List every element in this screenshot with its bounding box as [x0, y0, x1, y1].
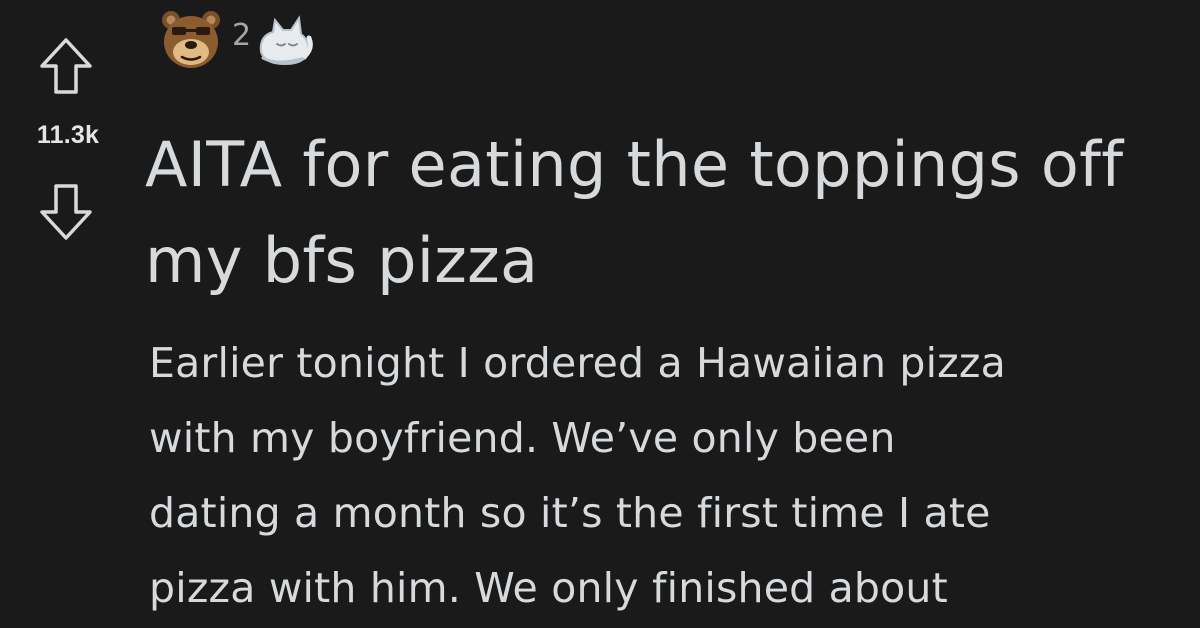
- post-body-line: pizza with him. We only finished about: [149, 564, 948, 612]
- upvote-button[interactable]: [38, 36, 94, 96]
- vote-score: 11.3k: [36, 121, 100, 149]
- sleeping-cat-icon: [253, 8, 315, 70]
- post-body-line: Earlier tonight I ordered a Hawaiian piz…: [149, 339, 1006, 387]
- arrow-down-outline-icon: [40, 184, 92, 240]
- post-title[interactable]: AITA for eating the toppings off my bfs …: [145, 117, 1195, 309]
- bear-face-icon: [158, 6, 224, 72]
- post-body-line: with my boyfriend. We’ve only been: [149, 414, 896, 462]
- arrow-up-outline-icon: [40, 38, 92, 94]
- downvote-button[interactable]: [38, 182, 94, 242]
- award-count: 2: [232, 18, 252, 53]
- post-body-line: dating a month so it’s the first time I …: [149, 489, 991, 537]
- awards-bar[interactable]: 2: [158, 6, 315, 72]
- post-body: Earlier tonight I ordered a Hawaiian piz…: [149, 326, 1189, 626]
- vote-column: 11.3k: [0, 0, 136, 628]
